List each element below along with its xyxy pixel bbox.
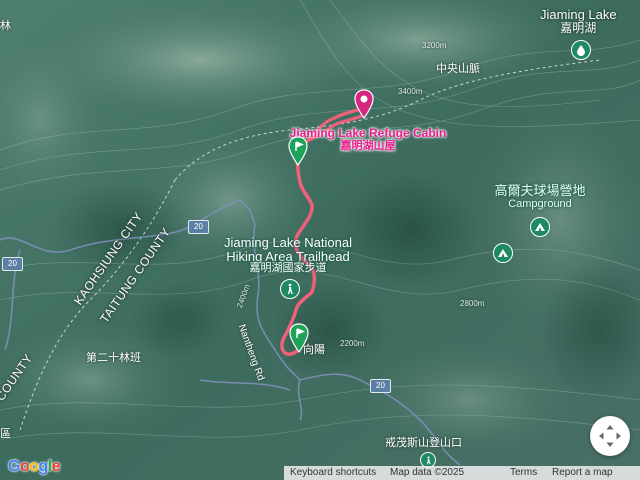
contour-label: 2200m [340, 339, 365, 348]
campground-name-zh: 高爾夫球場營地 [494, 183, 586, 198]
mountain-range-label: 中央山脈 [436, 63, 480, 75]
contour-label: 3200m [422, 41, 447, 50]
trailhead-name-line1: Jiaming Lake National [224, 235, 352, 250]
route-20-shield: 20 [370, 379, 391, 393]
lake-icon[interactable] [571, 40, 591, 60]
waypoint-marker-green[interactable] [288, 136, 308, 166]
forest-label: 第二十林班 [86, 352, 141, 364]
trailhead-label[interactable]: Jiaming Lake National Hiking Area Trailh… [218, 236, 358, 275]
lake-name-zh: 嘉明湖 [560, 21, 597, 36]
map-footer: Keyboard shortcuts Map data ©2025 Google… [0, 466, 640, 480]
cabin-name-zh: 嘉明湖山屋 [340, 140, 396, 153]
pan-arrows-icon [599, 425, 621, 447]
route-20-shield: 20 [2, 257, 23, 271]
compass-icon[interactable] [590, 416, 630, 456]
keyboard-shortcuts-link[interactable]: Keyboard shortcuts [284, 466, 384, 480]
destination-marker-pink[interactable] [354, 89, 374, 119]
contour-label: 3400m [398, 87, 423, 96]
route-20-shield: 20 [188, 220, 209, 234]
tent-icon[interactable] [530, 217, 550, 237]
terms-link[interactable]: Terms [504, 466, 546, 480]
map-data-attribution: Map data ©2025 Google [384, 466, 504, 480]
trailmouth-label: 戒茂斯山登山口 [385, 437, 462, 449]
map-canvas[interactable]: Jiaming Lake 嘉明湖 3200m 3400m 2400m 2800m… [0, 0, 640, 480]
cabin-name-en: Jiaming Lake Refuge Cabin [289, 126, 447, 140]
hiking-icon[interactable] [280, 279, 300, 299]
report-map-error-link[interactable]: Report a map error [546, 466, 640, 480]
cabin-label[interactable]: Jiaming Lake Refuge Cabin 嘉明湖山屋 [288, 126, 448, 153]
lin-label-partial: 林 [0, 20, 11, 32]
trailhead-name-zh: 嘉明湖國家步道 [249, 262, 327, 275]
campground-label[interactable]: 高爾夫球場營地 Campground [490, 183, 590, 211]
lake-label: Jiaming Lake 嘉明湖 [540, 7, 617, 36]
campground-name-en: Campground [508, 198, 572, 211]
district-label-partial: 區 [0, 428, 11, 440]
tent-icon[interactable] [493, 243, 513, 263]
start-marker-green[interactable] [289, 323, 309, 353]
contour-label: 2800m [460, 299, 485, 308]
